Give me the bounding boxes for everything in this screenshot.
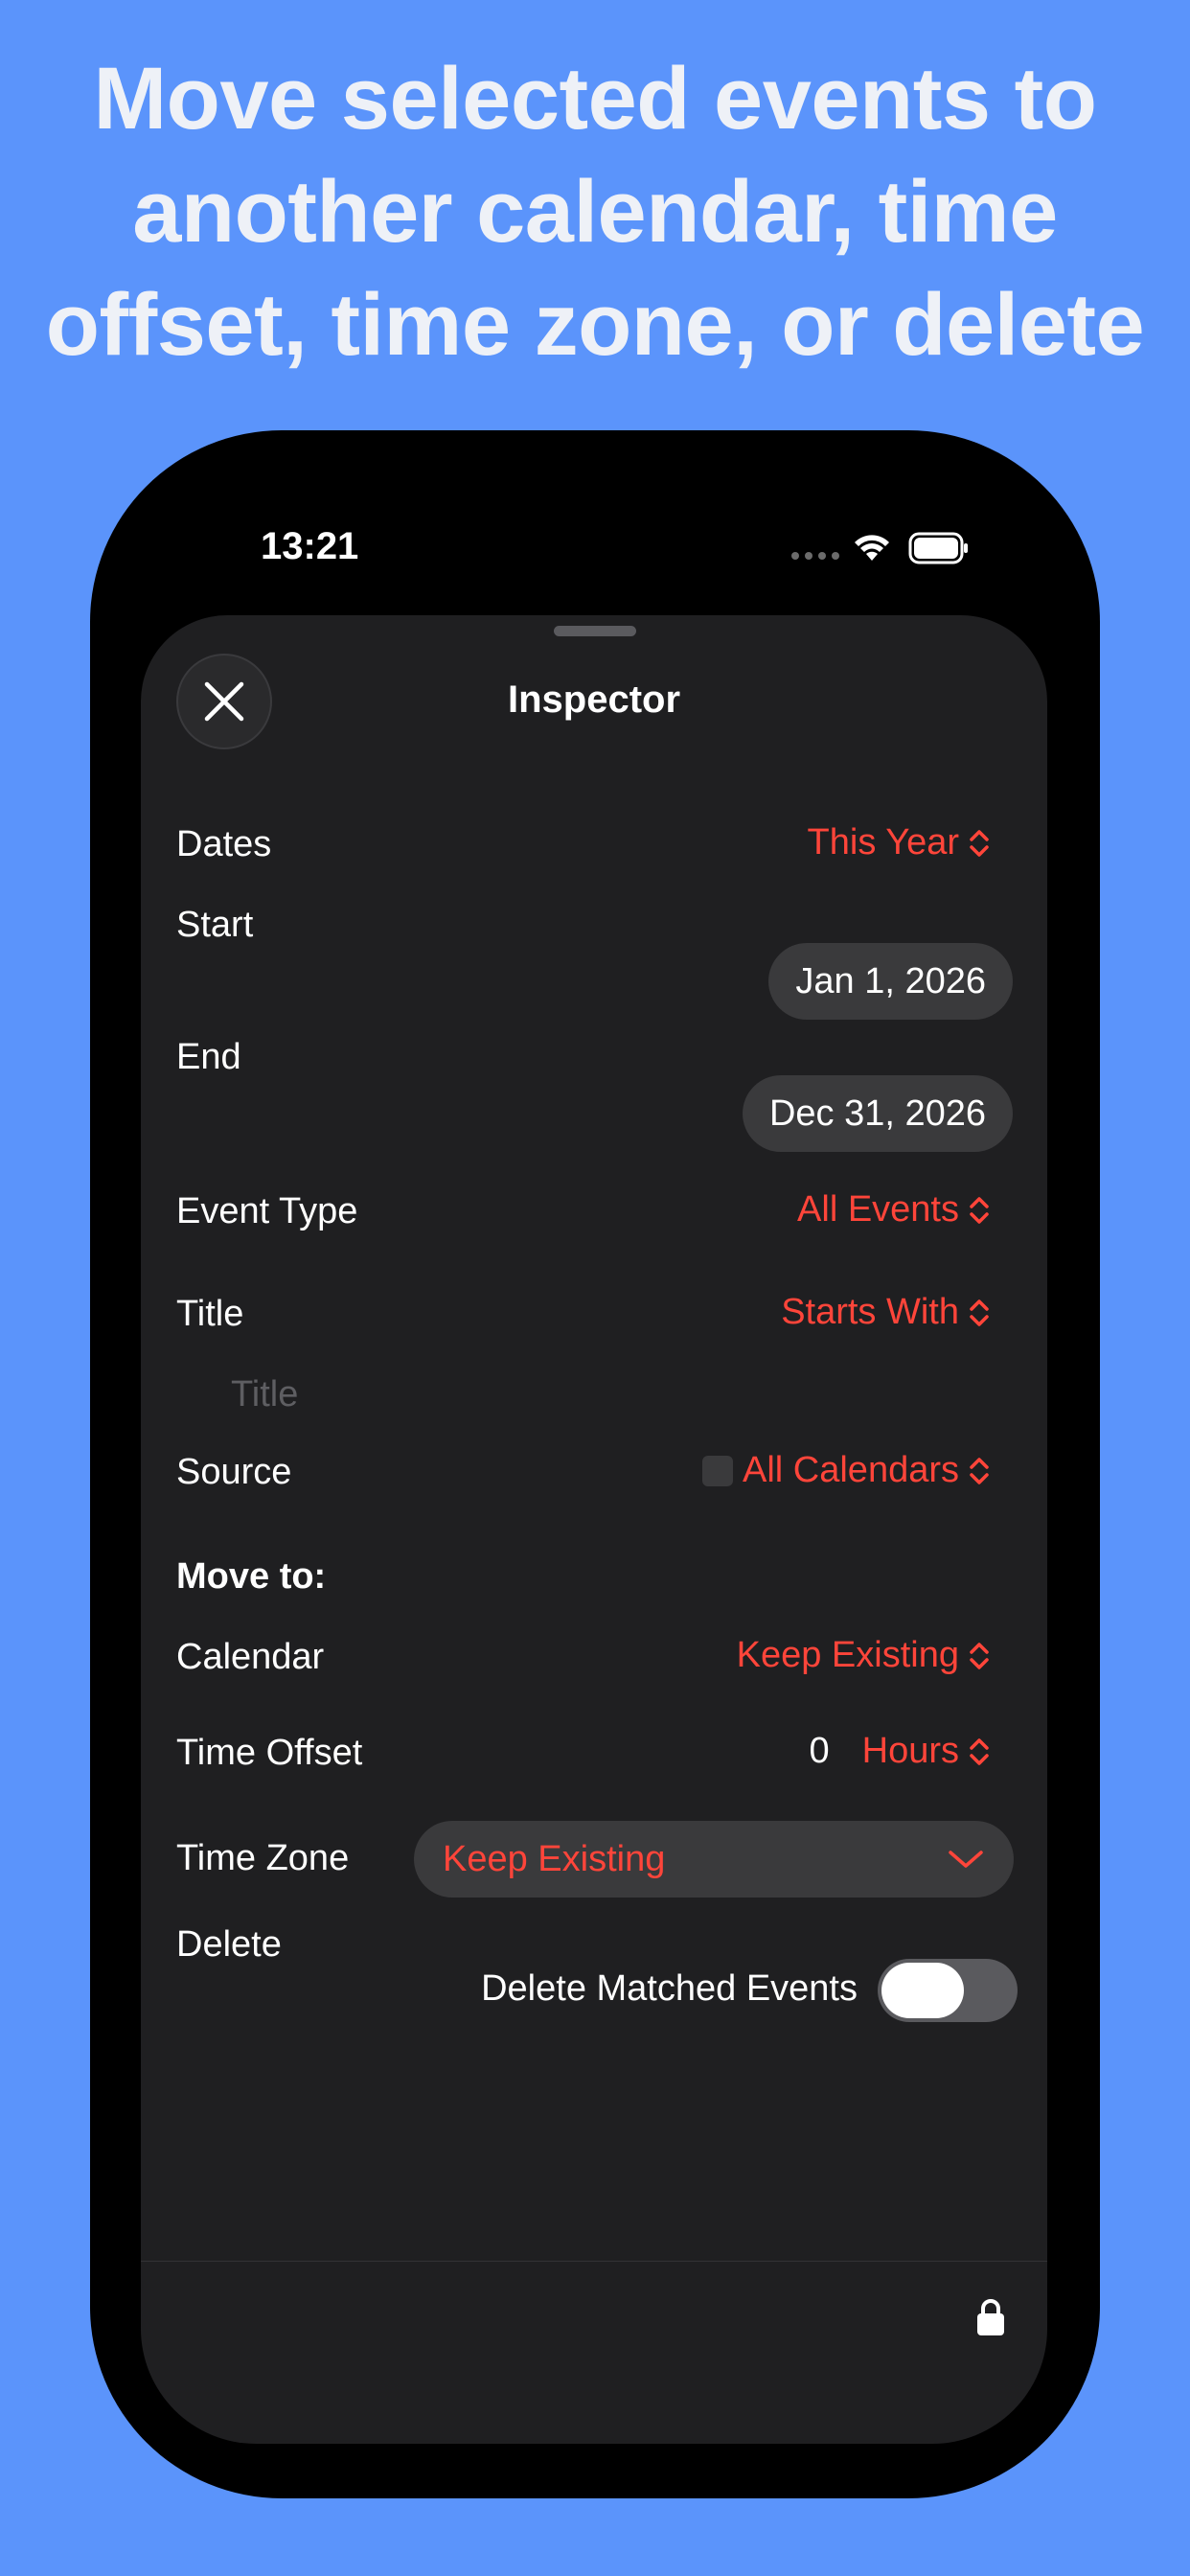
calendar-label: Calendar bbox=[176, 1637, 325, 1677]
sheet-grabber[interactable] bbox=[554, 626, 636, 636]
status-time: 13:21 bbox=[261, 525, 359, 567]
end-date-button[interactable]: Dec 31, 2026 bbox=[742, 1075, 1013, 1152]
battery-icon bbox=[908, 532, 968, 564]
time-zone-value: Keep Existing bbox=[443, 1838, 666, 1879]
time-offset-control[interactable]: 0 Hours bbox=[809, 1731, 990, 1772]
time-zone-dropdown[interactable]: Keep Existing bbox=[414, 1821, 1014, 1898]
title-match-value: Starts With bbox=[781, 1292, 959, 1332]
headline-line-3: offset, time zone, or delete bbox=[45, 276, 1145, 374]
chevron-down-icon bbox=[949, 1851, 983, 1868]
chevron-updown-icon bbox=[970, 1737, 989, 1765]
chevron-updown-icon bbox=[970, 1457, 989, 1484]
chevron-updown-icon bbox=[970, 829, 989, 857]
chevron-updown-icon bbox=[970, 1299, 989, 1326]
time-offset-amount[interactable]: 0 bbox=[809, 1731, 829, 1772]
title-label: Title bbox=[176, 1294, 244, 1334]
source-value: All Calendars bbox=[743, 1450, 959, 1490]
chevron-updown-icon bbox=[970, 1196, 989, 1224]
event-type-picker[interactable]: All Events bbox=[797, 1189, 990, 1230]
source-label: Source bbox=[176, 1452, 292, 1492]
source-checkbox[interactable] bbox=[702, 1455, 733, 1486]
inspector-sheet: Inspector Dates This Year Start Jan 1, 2… bbox=[141, 615, 1047, 2444]
dates-value: This Year bbox=[807, 822, 959, 862]
time-offset-unit: Hours bbox=[861, 1731, 959, 1771]
title-input[interactable]: Title bbox=[231, 1374, 298, 1415]
delete-toggle-label: Delete Matched Events bbox=[481, 1968, 858, 2009]
time-offset-label: Time Offset bbox=[176, 1733, 363, 1773]
calendar-value: Keep Existing bbox=[736, 1635, 959, 1675]
time-zone-label: Time Zone bbox=[176, 1838, 350, 1878]
end-label: End bbox=[176, 1037, 241, 1077]
event-type-label: Event Type bbox=[176, 1191, 358, 1231]
start-label: Start bbox=[176, 905, 254, 945]
headline-line-1: Move selected events to bbox=[93, 50, 1097, 148]
move-to-heading: Move to: bbox=[176, 1556, 327, 1597]
wifi-icon bbox=[855, 535, 889, 561]
calendar-picker[interactable]: Keep Existing bbox=[737, 1635, 990, 1676]
title-match-picker[interactable]: Starts With bbox=[781, 1292, 990, 1333]
cellular-icon bbox=[791, 552, 839, 560]
headline: Move selected events to another calendar… bbox=[0, 42, 1190, 381]
dates-picker[interactable]: This Year bbox=[808, 822, 990, 863]
event-type-value: All Events bbox=[797, 1189, 959, 1230]
sheet-title: Inspector bbox=[507, 678, 681, 721]
toggle-knob bbox=[881, 1963, 964, 2018]
delete-label: Delete bbox=[176, 1924, 282, 1965]
dates-label: Dates bbox=[176, 824, 272, 864]
lock-icon[interactable] bbox=[975, 2297, 1006, 2337]
headline-line-2: another calendar, time bbox=[132, 163, 1058, 261]
source-picker[interactable]: All Calendars bbox=[702, 1450, 990, 1491]
chevron-updown-icon bbox=[970, 1642, 989, 1669]
bottom-divider bbox=[141, 2261, 1047, 2262]
delete-matched-events-toggle[interactable] bbox=[878, 1959, 1018, 2022]
start-date-button[interactable]: Jan 1, 2026 bbox=[768, 943, 1013, 1020]
